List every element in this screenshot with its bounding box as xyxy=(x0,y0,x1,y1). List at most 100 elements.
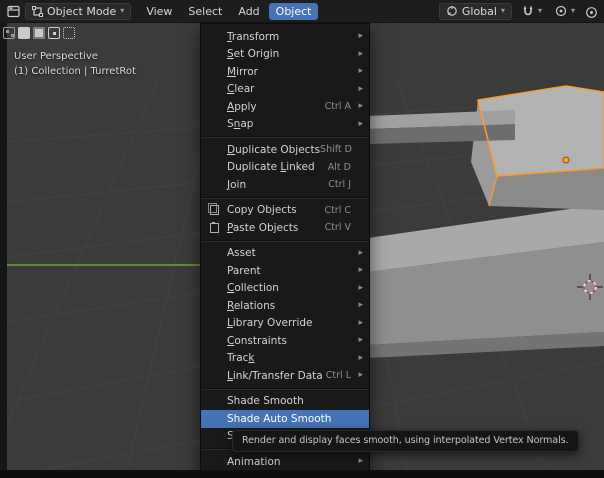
tooltip: Render and display faces smooth, using i… xyxy=(232,430,579,452)
menu-item-label: Duplicate Linked xyxy=(227,161,315,174)
proportional-editing-icon xyxy=(555,5,567,17)
submenu-arrow-icon: ▸ xyxy=(358,352,363,363)
menu-add[interactable]: Add xyxy=(231,3,266,20)
menu-item-mirror[interactable]: Mirror ▸ xyxy=(201,63,369,81)
menu-item-label: Collection xyxy=(227,282,279,295)
menu-item-label: Shade Auto Smooth xyxy=(227,412,332,425)
submenu-arrow-icon: ▸ xyxy=(358,118,363,129)
menu-item-apply[interactable]: Apply Ctrl A ▸ xyxy=(201,98,369,116)
menu-item-library-override[interactable]: Library Override ▸ xyxy=(201,315,369,333)
transform-orientation-selector[interactable]: Global ▾ xyxy=(438,2,512,20)
viewport-tool-icons xyxy=(3,27,75,39)
menu-item-label: Mirror xyxy=(227,65,258,78)
chevron-down-icon: ▾ xyxy=(537,6,542,15)
menu-item-label: Transform xyxy=(227,30,280,43)
menu-item-shortcut: Ctrl C xyxy=(324,204,351,216)
chevron-down-icon: ▾ xyxy=(570,6,575,15)
menu-view[interactable]: View xyxy=(139,3,179,20)
shading-sphere-button[interactable] xyxy=(585,2,598,21)
menu-item-constraints[interactable]: Constraints ▸ xyxy=(201,332,369,350)
menu-item-shortcut: Ctrl L xyxy=(325,370,351,382)
orientation-label: Global xyxy=(461,4,497,18)
submenu-arrow-icon: ▸ xyxy=(358,317,363,328)
menu-item-relations[interactable]: Relations ▸ xyxy=(201,297,369,315)
menu-item-shade-auto-smooth[interactable]: Shade Auto Smooth xyxy=(201,410,369,428)
tool-icon-dot[interactable] xyxy=(48,27,60,39)
menu-item-label: Apply xyxy=(227,100,257,113)
menu-item-label: Duplicate Objects xyxy=(227,143,321,156)
menu-item-label: Parent xyxy=(227,264,261,277)
toolbar-edge-strip xyxy=(0,22,7,478)
menu-separator xyxy=(202,387,368,390)
menu-item-link-transfer-data[interactable]: Link/Transfer Data Ctrl L ▸ xyxy=(201,367,369,385)
tool-icon-solid[interactable] xyxy=(18,27,30,39)
mode-selector-label: Object Mode xyxy=(47,4,117,18)
menu-item-label: Set Origin xyxy=(227,48,280,61)
menu-item-shade-smooth[interactable]: Shade Smooth xyxy=(201,393,369,411)
submenu-arrow-icon: ▸ xyxy=(358,83,363,94)
menu-item-label: Clear xyxy=(227,83,255,96)
submenu-arrow-icon: ▸ xyxy=(358,456,363,467)
menu-item-shortcut: Ctrl A xyxy=(324,101,351,113)
menu-item-label: Library Override xyxy=(227,317,313,330)
submenu-arrow-icon: ▸ xyxy=(358,265,363,276)
menu-item-label: Track xyxy=(227,352,255,365)
menu-item-set-origin[interactable]: Set Origin ▸ xyxy=(201,46,369,64)
menu-item-parent[interactable]: Parent ▸ xyxy=(201,262,369,280)
paste-icon xyxy=(210,221,219,233)
chevron-down-icon: ▾ xyxy=(500,6,505,15)
menu-item-label: Snap xyxy=(227,118,254,131)
menu-object[interactable]: Object xyxy=(268,2,319,20)
menu-item-transform[interactable]: Transform ▸ xyxy=(201,28,369,46)
menu-item-collection[interactable]: Collection ▸ xyxy=(201,280,369,298)
menu-item-label: Join xyxy=(227,178,247,191)
menu-item-paste-objects[interactable]: Paste Objects Ctrl V xyxy=(201,219,369,237)
proportional-editing-toggle[interactable]: ▾ xyxy=(552,3,578,19)
menu-item-snap[interactable]: Snap ▸ xyxy=(201,116,369,134)
menu-separator xyxy=(202,196,368,199)
object-menu: Transform ▸ Set Origin ▸ Mirror ▸ Clear ▸ Apply C… xyxy=(200,23,370,478)
menu-separator xyxy=(202,136,368,138)
menu-item-duplicate-objects[interactable]: Duplicate Objects Shift D xyxy=(201,141,369,159)
menu-item-track[interactable]: Track ▸ xyxy=(201,350,369,368)
menu-item-label: Constraints xyxy=(227,334,287,347)
menu-item-label: Animation xyxy=(227,455,281,468)
object-mode-icon xyxy=(32,5,43,17)
snap-toggle[interactable]: ▾ xyxy=(519,3,545,19)
submenu-arrow-icon: ▸ xyxy=(358,282,363,293)
submenu-arrow-icon: ▸ xyxy=(358,370,363,381)
menu-item-copy-objects[interactable]: Copy Objects Ctrl C xyxy=(201,202,369,220)
menu-item-asset[interactable]: Asset ▸ xyxy=(201,245,369,263)
blender-window: User Perspective (1) Collection | Turret… xyxy=(0,0,604,478)
menu-item-join[interactable]: Join Ctrl J xyxy=(201,176,369,194)
copy-icon xyxy=(208,203,219,216)
menu-item-label: Relations xyxy=(227,299,276,312)
submenu-arrow-icon: ▸ xyxy=(358,335,363,346)
menu-separator xyxy=(202,239,368,242)
viewport-collection-label: (1) Collection | TurretRot xyxy=(14,66,136,77)
menu-item-label: Link/Transfer Data xyxy=(227,369,323,382)
orientation-gizmo-icon xyxy=(447,6,457,16)
tool-icon-inset[interactable] xyxy=(33,27,45,39)
tool-icon-dashed[interactable] xyxy=(63,27,75,39)
menu-item-animation[interactable]: Animation ▸ xyxy=(201,453,369,471)
window-bottom-edge xyxy=(0,470,604,478)
menu-item-icon-gutter xyxy=(207,221,227,233)
shading-sphere-icon xyxy=(586,6,597,18)
submenu-arrow-icon: ▸ xyxy=(358,300,363,311)
header-right-tools: Global ▾ ▾ ▾ xyxy=(438,2,600,21)
menu-item-label: Asset xyxy=(227,247,256,260)
submenu-arrow-icon: ▸ xyxy=(358,247,363,258)
menu-item-label: Copy Objects xyxy=(227,204,297,217)
menu-item-shortcut: Shift D xyxy=(320,144,352,156)
tool-icon-grid[interactable] xyxy=(3,27,15,39)
mode-selector[interactable]: Object Mode ▾ xyxy=(25,2,132,20)
submenu-arrow-icon: ▸ xyxy=(358,101,363,112)
submenu-arrow-icon: ▸ xyxy=(358,66,363,77)
submenu-arrow-icon: ▸ xyxy=(358,48,363,59)
viewport-header: Object Mode ▾ View Select Add Object Glo… xyxy=(0,0,604,23)
editor-type-button[interactable] xyxy=(4,3,23,20)
menu-item-clear[interactable]: Clear ▸ xyxy=(201,81,369,99)
menu-select[interactable]: Select xyxy=(181,3,229,20)
menu-item-duplicate-linked[interactable]: Duplicate Linked Alt D xyxy=(201,159,369,177)
